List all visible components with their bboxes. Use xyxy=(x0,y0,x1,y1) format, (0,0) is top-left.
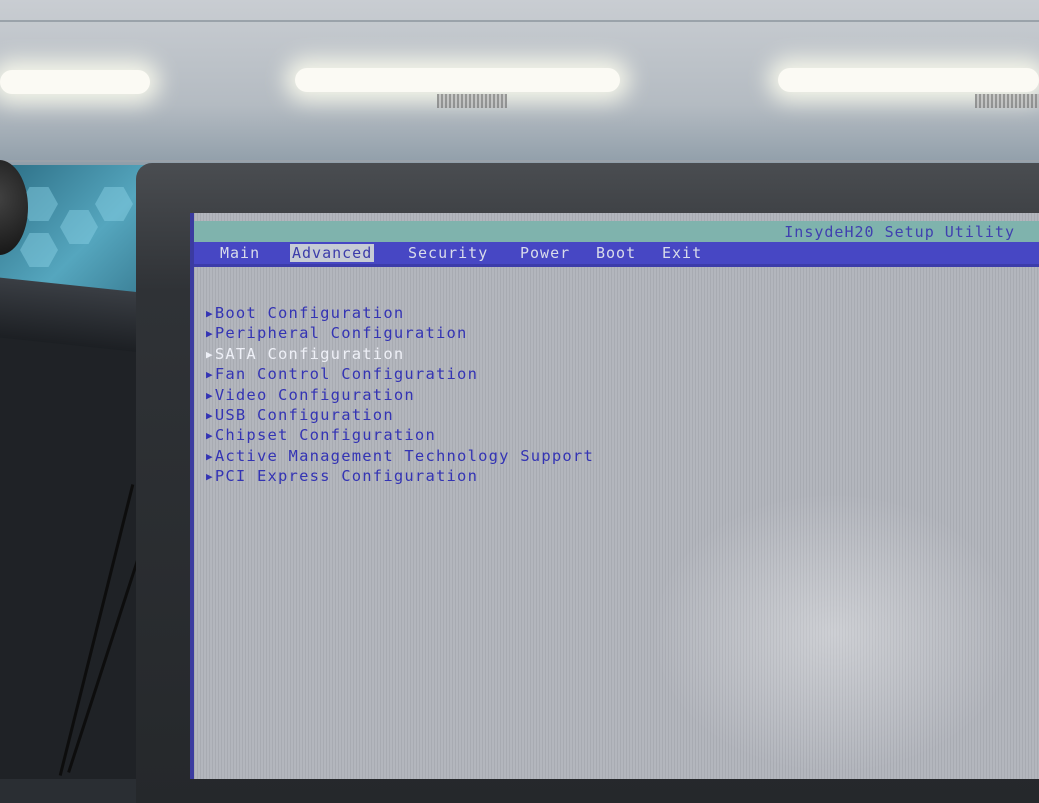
hexagon-shape xyxy=(95,187,133,221)
menu-item-boot-configuration[interactable]: ▶Boot Configuration xyxy=(206,303,594,323)
menu-item-label: USB Configuration xyxy=(214,405,394,424)
advanced-menu-list: ▶Boot Configuration ▶Peripheral Configur… xyxy=(206,303,594,487)
ceiling-lamp xyxy=(295,68,620,92)
menu-item-video-configuration[interactable]: ▶Video Configuration xyxy=(206,385,594,405)
setup-menu-bar: Main Advanced Security Power Boot Exit xyxy=(194,242,1039,264)
tab-boot[interactable]: Boot xyxy=(594,244,638,262)
menu-item-label: Chipset Configuration xyxy=(214,426,436,445)
menu-item-label: SATA Configuration xyxy=(214,344,405,363)
ceiling-lamp xyxy=(0,70,150,94)
menu-item-fan-control-configuration[interactable]: ▶Fan Control Configuration xyxy=(206,364,594,384)
room-ceiling xyxy=(0,0,1039,175)
menu-item-sata-configuration[interactable]: ▶SATA Configuration xyxy=(206,344,594,364)
menu-item-pci-express-configuration[interactable]: ▶PCI Express Configuration xyxy=(206,466,594,486)
submenu-arrow-icon: ▶ xyxy=(206,408,214,422)
submenu-arrow-icon: ▶ xyxy=(206,388,214,402)
submenu-arrow-icon: ▶ xyxy=(206,307,214,320)
menu-item-usb-configuration[interactable]: ▶USB Configuration xyxy=(206,405,594,425)
hexagon-shape xyxy=(60,210,98,244)
menu-item-label: Active Management Technology Support xyxy=(214,446,594,465)
tab-security[interactable]: Security xyxy=(406,244,490,262)
ceiling-rail xyxy=(0,20,1039,22)
menu-item-peripheral-configuration[interactable]: ▶Peripheral Configuration xyxy=(206,323,594,343)
tab-advanced[interactable]: Advanced xyxy=(290,244,375,262)
tab-exit[interactable]: Exit xyxy=(660,244,704,262)
menu-item-label: Video Configuration xyxy=(214,385,415,404)
submenu-arrow-icon: ▶ xyxy=(206,449,214,463)
ceiling-rail xyxy=(0,160,1039,162)
menu-item-active-management-technology-support[interactable]: ▶Active Management Technology Support xyxy=(206,446,594,466)
tab-power[interactable]: Power xyxy=(518,244,572,262)
menu-item-label: Fan Control Configuration xyxy=(214,365,479,384)
menu-divider xyxy=(194,264,1039,267)
hexagon-shape xyxy=(20,233,58,267)
utility-title: InsydeH20 Setup Utility xyxy=(784,223,1015,241)
ceiling-vent xyxy=(437,94,507,108)
submenu-arrow-icon: ▶ xyxy=(206,327,214,341)
submenu-arrow-icon: ▶ xyxy=(206,347,214,361)
menu-item-label: Boot Configuration xyxy=(214,304,405,322)
ceiling-lamp xyxy=(778,68,1039,92)
menu-item-chipset-configuration[interactable]: ▶Chipset Configuration xyxy=(206,425,594,445)
bios-screen: InsydeH20 Setup Utility Main Advanced Se… xyxy=(190,213,1039,779)
utility-title-bar: InsydeH20 Setup Utility xyxy=(194,221,1039,242)
submenu-arrow-icon: ▶ xyxy=(206,429,214,443)
tab-main[interactable]: Main xyxy=(218,244,262,262)
desk-shadow xyxy=(0,295,145,779)
ceiling-vent xyxy=(975,94,1039,108)
submenu-arrow-icon: ▶ xyxy=(206,368,214,382)
menu-item-label: PCI Express Configuration xyxy=(214,467,479,486)
submenu-arrow-icon: ▶ xyxy=(206,470,214,484)
menu-item-label: Peripheral Configuration xyxy=(214,324,468,343)
